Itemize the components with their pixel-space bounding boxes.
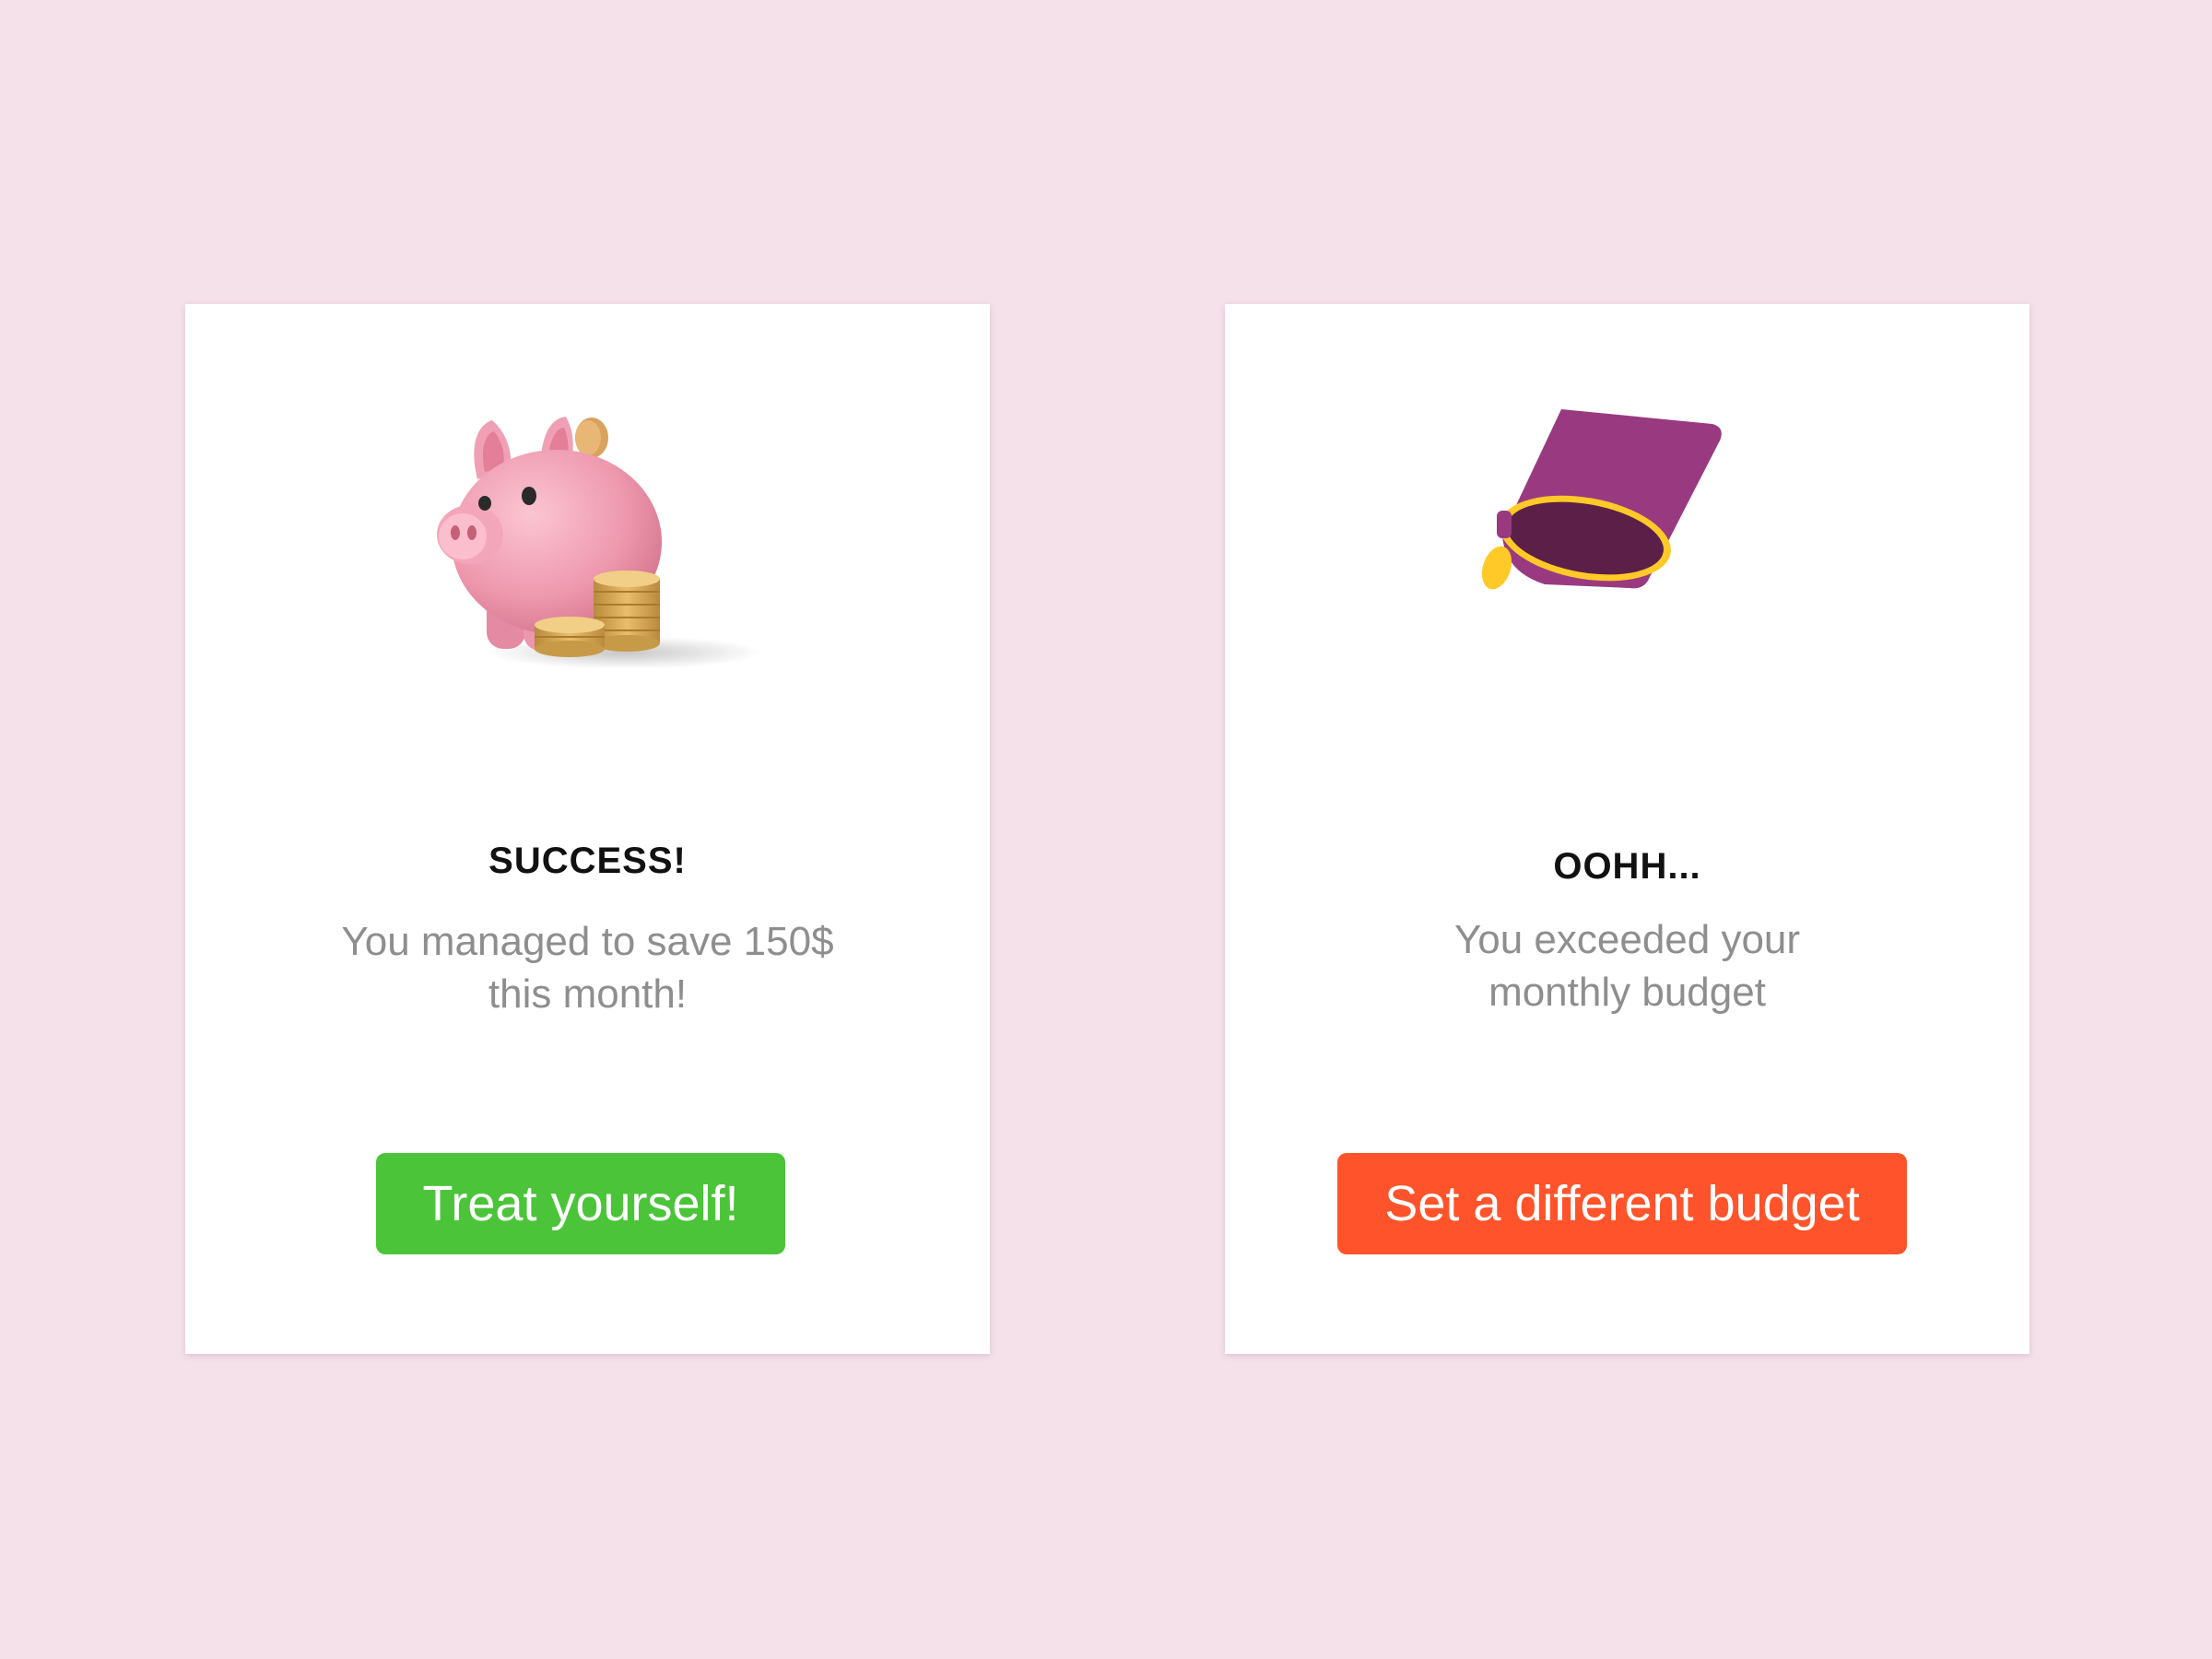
budget-exceeded-card: OOHH... You exceeded your monthly budget… [1225, 304, 2030, 1354]
card-title: SUCCESS! [488, 841, 687, 881]
treat-yourself-button[interactable]: Treat yourself! [376, 1153, 785, 1254]
wallet-icon [1481, 409, 1722, 590]
piggy-bank-illustration [185, 387, 990, 691]
message-line: this month! [488, 971, 688, 1017]
message-line: monthly budget [1488, 970, 1766, 1015]
card-message: You exceeded your monthly budget [1225, 913, 2030, 1018]
success-card: SUCCESS! You managed to save 150$ this m… [185, 304, 990, 1354]
card-title: OOHH... [1553, 846, 1701, 887]
message-line: You managed to save 150$ [341, 919, 834, 964]
empty-wallet-illustration [1225, 387, 2030, 691]
card-message: You managed to save 150$ this month! [185, 915, 990, 1020]
set-different-budget-button[interactable]: Set a different budget [1337, 1153, 1907, 1254]
message-line: You exceeded your [1453, 917, 1801, 962]
piggy-bank-icon [436, 417, 763, 669]
